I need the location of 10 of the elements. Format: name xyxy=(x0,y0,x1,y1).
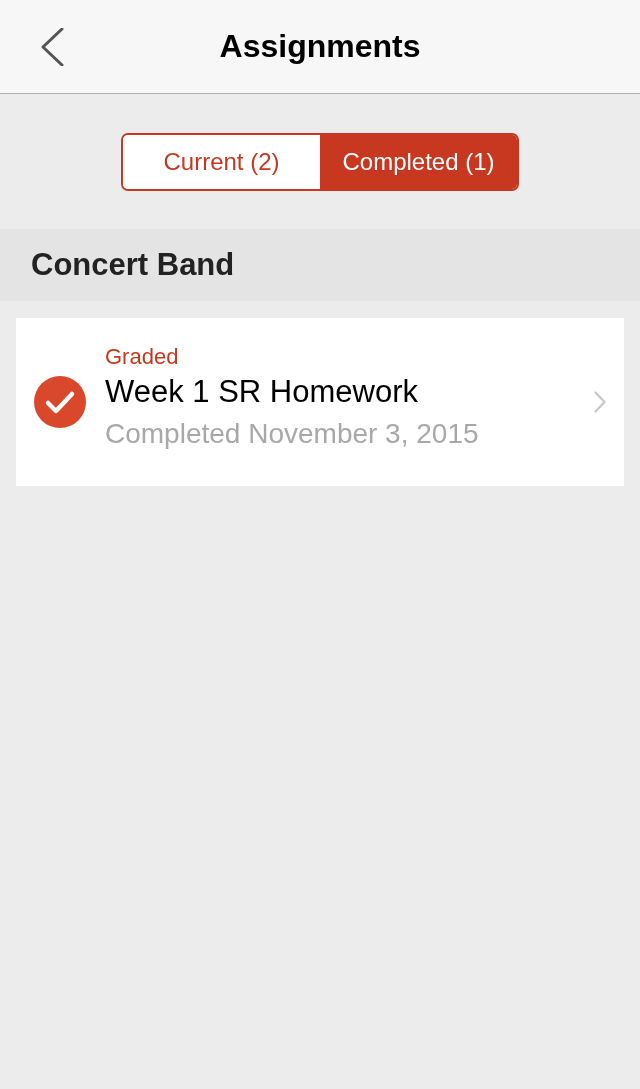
section-header: Concert Band xyxy=(0,229,640,301)
back-chevron-icon xyxy=(40,27,64,66)
segment-tab[interactable]: Completed (1) xyxy=(320,135,517,189)
page-title: Assignments xyxy=(219,29,421,64)
assignment-row[interactable]: Graded Week 1 SR Homework Completed November 3, 2015 xyxy=(16,318,624,486)
status-label: Graded xyxy=(105,344,179,370)
back-button[interactable] xyxy=(40,27,64,66)
assignment-title: Week 1 SR Homework xyxy=(105,373,418,411)
chevron-right-icon xyxy=(594,391,606,413)
completion-date: Completed November 3, 2015 xyxy=(105,417,479,451)
